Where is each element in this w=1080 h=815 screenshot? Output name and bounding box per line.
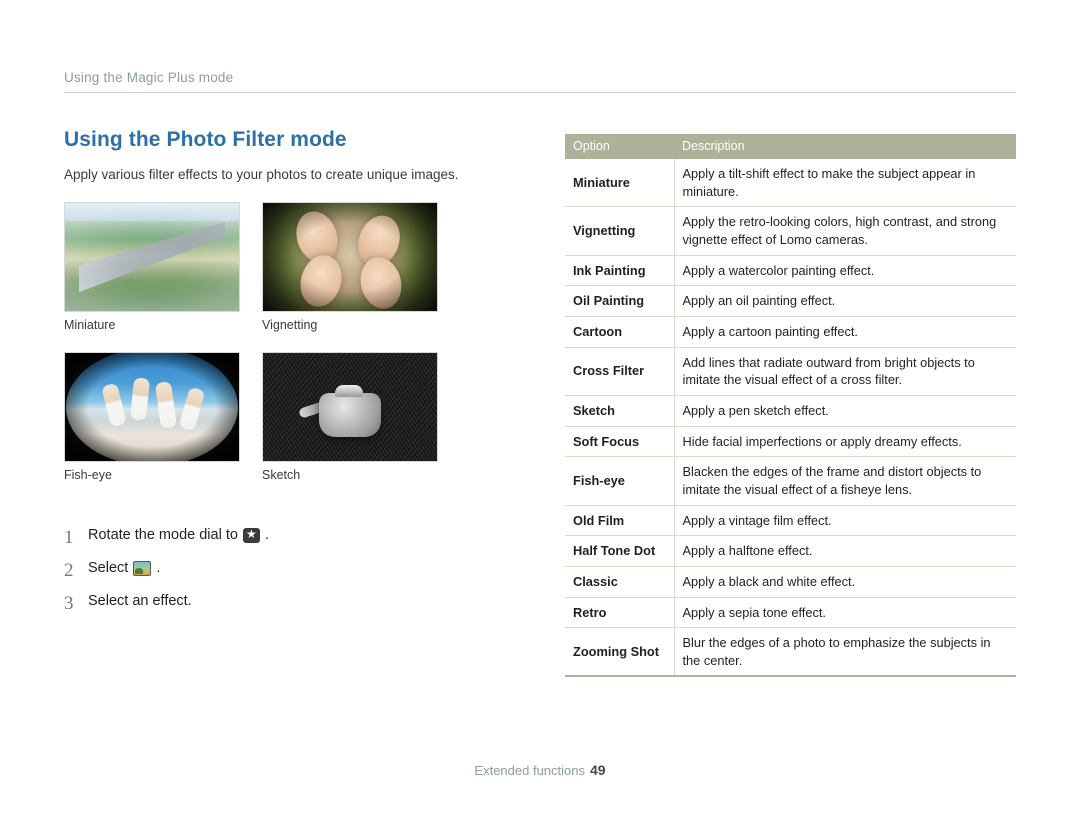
step-text: Select . [88,560,161,577]
running-head: Using the Magic Plus mode [64,70,1016,93]
sample-cell-miniature: Miniature [64,202,240,344]
options-table-body: Miniature Apply a tilt-shift effect to m… [565,159,1016,678]
option-description: Apply a tilt-shift effect to make the su… [674,159,1016,208]
footer-label: Extended functions [474,763,585,778]
option-description: Apply a watercolor painting effect. [674,255,1016,287]
step-3-text-before: Select an effect. [88,593,192,610]
table-row: Vignetting Apply the retro-looking color… [565,206,1016,256]
page-footer: Extended functions 49 [0,762,1080,778]
step-1-text-after: . [264,527,269,544]
step-number: 2 [64,560,74,582]
table-row: Classic Apply a black and white effect. [565,566,1016,598]
table-row: Oil Painting Apply an oil painting effec… [565,285,1016,317]
option-name: Old Film [565,505,675,537]
option-name: Half Tone Dot [565,535,675,567]
fisheye-photo [64,352,240,463]
sample-image-grid: Miniature Vignetting Fish-eye Sketch [64,202,484,502]
option-description: Apply a sepia tone effect. [674,597,1016,629]
table-header-row: Option Description [565,134,1016,159]
option-name: Oil Painting [565,285,675,317]
table-row: Ink Painting Apply a watercolor painting… [565,255,1016,287]
right-column: Option Description Miniature Apply a til… [565,134,1016,678]
option-name: Vignetting [565,206,675,256]
photo-filter-mode-icon [133,561,152,577]
step-text: Select an effect. [88,594,192,609]
table-row: Miniature Apply a tilt-shift effect to m… [565,159,1016,208]
option-description: Apply an oil painting effect. [674,285,1016,317]
step-1-text-before: Rotate the mode dial to [88,527,238,544]
sample-label-miniature: Miniature [64,318,116,333]
sample-label-vignetting: Vignetting [262,318,318,333]
step-3: 3 Select an effect. [64,594,534,613]
step-text: Rotate the mode dial to . [88,526,269,544]
table-row: Cartoon Apply a cartoon painting effect. [565,316,1016,348]
table-row: Sketch Apply a pen sketch effect. [565,395,1016,427]
running-head-rule [64,92,1016,93]
option-name: Sketch [565,395,675,427]
option-name: Ink Painting [565,255,675,287]
option-description: Apply a vintage film effect. [674,505,1016,537]
table-row: Retro Apply a sepia tone effect. [565,597,1016,629]
instruction-steps: 1 Rotate the mode dial to . 2 Select . 3… [64,526,534,613]
step-1: 1 Rotate the mode dial to . [64,526,534,549]
table-row: Zooming Shot Blur the edges of a photo t… [565,627,1016,678]
option-description: Apply a black and white effect. [674,566,1016,598]
left-column: Using the Photo Filter mode Apply variou… [64,128,534,627]
page-title: Using the Photo Filter mode [64,128,347,151]
sample-cell-vignetting: Vignetting [262,202,438,344]
step-number: 3 [64,593,74,615]
option-description: Hide facial imperfections or apply dream… [674,426,1016,458]
option-description: Apply the retro-looking colors, high con… [674,206,1016,256]
table-row: Cross Filter Add lines that radiate outw… [565,347,1016,396]
option-name: Cartoon [565,316,675,348]
column-header-description: Description [674,134,1016,159]
option-description: Add lines that radiate outward from brig… [674,347,1016,396]
option-description: Apply a pen sketch effect. [674,395,1016,427]
option-name: Fish-eye [565,456,675,506]
mode-dial-smart-icon [242,526,260,544]
sketch-photo [262,352,438,463]
sample-cell-fisheye: Fish-eye [64,352,240,494]
options-table: Option Description Miniature Apply a til… [565,134,1016,678]
table-row: Old Film Apply a vintage film effect. [565,505,1016,537]
option-description: Apply a cartoon painting effect. [674,316,1016,348]
step-2: 2 Select . [64,561,534,580]
option-name: Cross Filter [565,347,675,396]
table-row: Fish-eye Blacken the edges of the frame … [565,456,1016,506]
vignetting-photo [262,202,438,313]
options-table-head: Option Description [565,134,1016,159]
option-name: Zooming Shot [565,627,675,678]
table-row: Soft Focus Hide facial imperfections or … [565,426,1016,458]
sample-label-sketch: Sketch [262,468,301,483]
sample-cell-sketch: Sketch [262,352,438,494]
option-name: Classic [565,566,675,598]
step-2-text-after: . [156,560,161,577]
option-description: Apply a halftone effect. [674,535,1016,567]
running-head-text: Using the Magic Plus mode [64,70,234,85]
option-description: Blacken the edges of the frame and disto… [674,456,1016,506]
option-description: Blur the edges of a photo to emphasize t… [674,627,1016,678]
option-name: Soft Focus [565,426,675,458]
option-name: Retro [565,597,675,629]
step-2-text-before: Select [88,560,129,577]
sample-label-fisheye: Fish-eye [64,468,112,483]
option-name: Miniature [565,159,675,208]
column-header-option: Option [565,134,674,159]
miniature-photo [64,202,240,313]
footer-page-number: 49 [590,762,606,778]
intro-text: Apply various filter effects to your pho… [64,167,459,182]
step-number: 1 [64,527,74,549]
table-row: Half Tone Dot Apply a halftone effect. [565,535,1016,567]
